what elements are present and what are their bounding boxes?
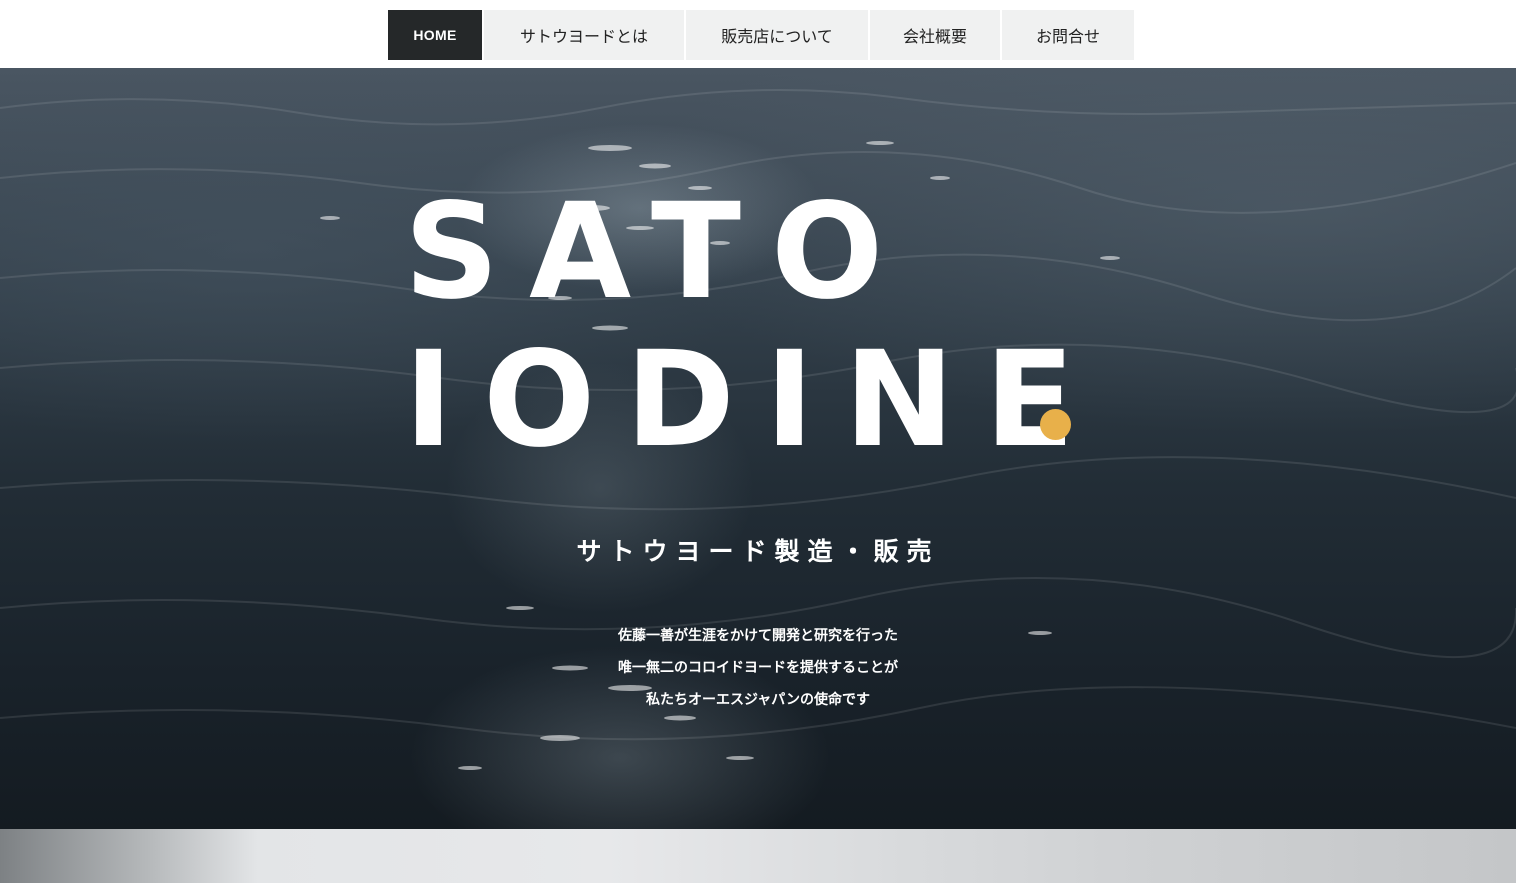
hero-description-line: 私たちオーエスジャパンの使命です (646, 692, 870, 708)
nav-item-shops[interactable]: 販売店について (686, 10, 870, 60)
hero-title-line-2: IODINE (404, 323, 1105, 477)
hero-description: 佐藤一善が生涯をかけて開発と研究を行った 唯一無二のコロイドヨードを提供すること… (0, 620, 1516, 716)
nav-item-about[interactable]: サトウヨードとは (484, 10, 686, 60)
main-navigation: HOME サトウヨードとは 販売店について 会社概要 お問合せ (388, 10, 1134, 60)
nav-item-company[interactable]: 会社概要 (870, 10, 1002, 60)
nav-item-contact[interactable]: お問合せ (1002, 10, 1134, 60)
hero-description-line: 佐藤一善が生涯をかけて開発と研究を行った (618, 628, 898, 644)
hero-section: SATO IODINE サトウヨード製造・販売 佐藤一善が生涯をかけて開発と研究… (0, 68, 1516, 829)
next-section-image-preview (0, 829, 1516, 883)
hero-subtitle: サトウヨード製造・販売 (576, 537, 940, 566)
nav-item-home[interactable]: HOME (388, 10, 484, 60)
title-accent-dot (1040, 409, 1071, 440)
hero-description-line: 唯一無二のコロイドヨードを提供することが (618, 660, 898, 676)
hero-title-line-1: SATO (404, 175, 914, 329)
site-header: HOME サトウヨードとは 販売店について 会社概要 お問合せ (0, 0, 1516, 68)
